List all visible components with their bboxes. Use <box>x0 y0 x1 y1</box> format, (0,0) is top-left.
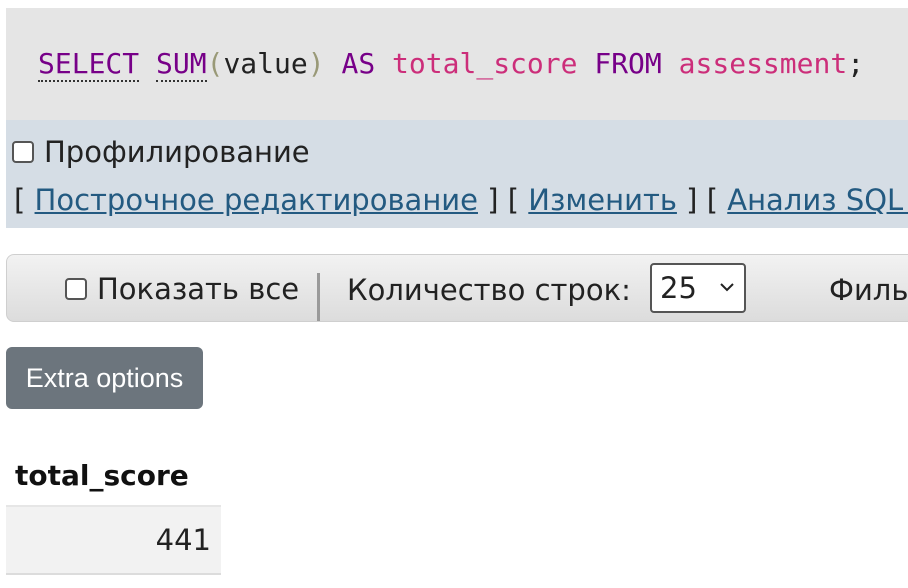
sql-alias: total_score <box>392 47 578 80</box>
table-header-row: total_score <box>6 445 221 507</box>
profiling-toggle[interactable]: Профилирование <box>12 134 310 170</box>
rows-count-value: 25 <box>660 271 697 305</box>
bracket-open: [ <box>14 183 26 217</box>
sql-paren-open: ( <box>206 47 224 80</box>
sql-semicolon: ; <box>847 47 865 80</box>
table-row: 441 <box>6 506 221 575</box>
toolbar-divider <box>317 273 320 321</box>
show-all-checkbox[interactable] <box>65 278 87 300</box>
show-all-toggle[interactable]: Показать все <box>65 255 299 323</box>
sql-keyword-from: FROM <box>594 47 662 80</box>
bracket-close: ] <box>686 183 698 217</box>
profiling-label: Профилирование <box>44 135 310 169</box>
edit-link[interactable]: Изменить <box>528 183 677 217</box>
analyze-sql-link[interactable]: Анализ SQL запроса <box>727 183 908 217</box>
page: SELECT SUM(value) AS total_score FROM as… <box>0 0 908 588</box>
bracket-open: [ <box>507 183 520 217</box>
rows-count-select[interactable]: 25 <box>650 263 746 313</box>
extra-options-button[interactable]: Extra options <box>6 347 203 409</box>
filter-rows-label: Фильтровать строки <box>829 273 908 307</box>
results-table: total_score 441 <box>6 445 221 575</box>
sql-keyword-select[interactable]: SELECT <box>38 47 140 82</box>
rows-count-label: Количество строк: <box>347 273 631 307</box>
column-header-total-score[interactable]: total_score <box>6 445 221 507</box>
sql-column-name: value <box>223 47 308 80</box>
show-all-label: Показать все <box>97 272 300 306</box>
sql-query-box: SELECT SUM(value) AS total_score FROM as… <box>6 8 908 120</box>
bracket-open: [ <box>706 183 719 217</box>
query-options-panel: Профилирование [ Построчное редактирован… <box>6 120 908 228</box>
sql-keyword-as: AS <box>341 47 376 80</box>
bracket-close: ] <box>487 183 499 217</box>
sql-table-name: assessment <box>678 47 848 80</box>
query-action-links: [ Построчное редактирование ] [ Изменить… <box>14 180 908 220</box>
results-navigation-bar: Показать все Количество строк: 25 Фильтр… <box>6 254 908 322</box>
profiling-checkbox[interactable] <box>12 141 34 163</box>
sql-function-sum[interactable]: SUM <box>156 47 207 82</box>
table-cell-total-score[interactable]: 441 <box>6 506 221 575</box>
inline-edit-link[interactable]: Построчное редактирование <box>35 183 478 217</box>
sql-paren-close: ) <box>307 47 325 80</box>
chevron-down-icon <box>720 283 734 292</box>
